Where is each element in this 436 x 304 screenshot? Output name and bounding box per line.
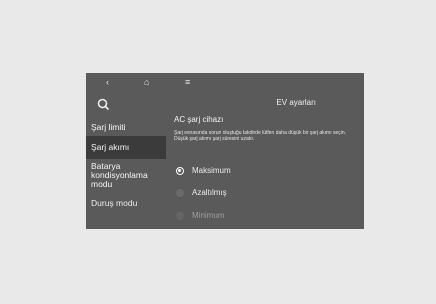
search-icon[interactable] <box>96 97 112 113</box>
sidebar-item-label: Batarya kondisyonlama modu <box>91 161 148 189</box>
option-label: Maksimum <box>192 166 231 175</box>
page-title: EV ayarları <box>276 98 316 107</box>
radio-selected-icon[interactable] <box>176 167 184 175</box>
sidebar-item-durus-modu[interactable]: Duruş modu <box>86 197 166 213</box>
sidebar-item-sarj-akimi[interactable]: Şarj akımı <box>86 136 166 159</box>
option-minimum[interactable]: Minimum <box>174 209 360 225</box>
option-label: Azaltılmış <box>192 188 227 197</box>
option-azaltilmis[interactable]: Azaltılmış <box>174 186 360 202</box>
sidebar-item-batarya-kondisyonlama[interactable]: Batarya kondisyonlama modu <box>86 161 166 191</box>
back-icon[interactable]: ‹ <box>106 76 109 88</box>
ev-settings-screen: ‹ ⌂ ≡ Şarj limiti Şarj akımı Batarya kon… <box>86 73 364 229</box>
option-label: Minimum <box>192 211 225 220</box>
main-content: EV ayarları AC şarj cihazı Şarj esnasınd… <box>166 93 364 229</box>
option-maksimum[interactable]: Maksimum <box>174 164 360 180</box>
menu-icon[interactable]: ≡ <box>185 76 190 88</box>
sidebar-item-label: Duruş modu <box>91 198 138 208</box>
sidebar-item-label: Şarj akımı <box>91 142 130 152</box>
radio-unselected-icon[interactable] <box>176 189 184 197</box>
home-icon[interactable]: ⌂ <box>144 76 149 88</box>
section-title: AC şarj cihazı <box>174 115 224 124</box>
description-text: Şarj esnasında sorun oluştuğu takdirde l… <box>174 130 347 142</box>
sidebar-item-sarj-limiti[interactable]: Şarj limiti <box>86 120 166 136</box>
radio-unselected-icon[interactable] <box>176 212 184 220</box>
top-bar: ‹ ⌂ ≡ <box>86 73 364 93</box>
sidebar-item-label: Şarj limiti <box>91 122 126 132</box>
sidebar: Şarj limiti Şarj akımı Batarya kondisyon… <box>86 93 166 229</box>
